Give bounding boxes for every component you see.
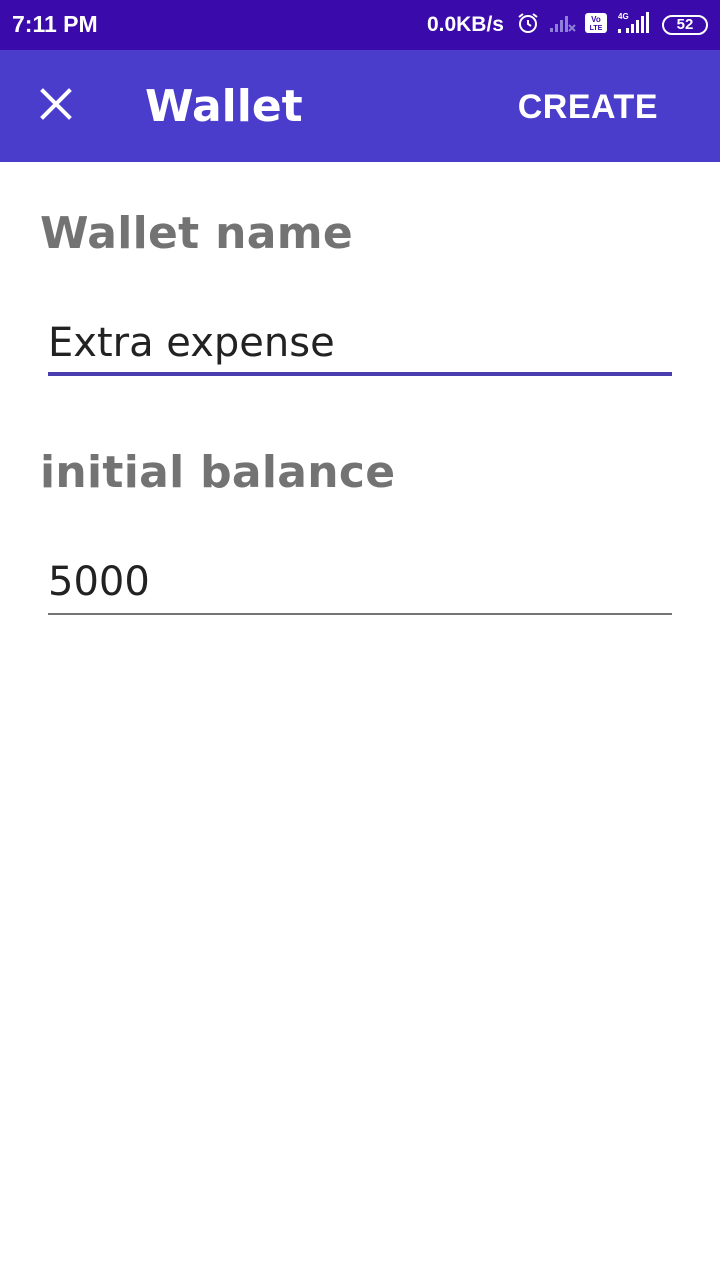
battery-icon: 52 <box>662 15 708 35</box>
close-icon <box>40 87 72 125</box>
initial-balance-value: 5000 <box>48 559 150 605</box>
svg-text:4G: 4G <box>618 12 629 21</box>
svg-text:LTE: LTE <box>590 25 603 32</box>
wallet-name-input[interactable]: Extra expense <box>48 306 672 376</box>
signal-no-service-icon <box>548 12 576 39</box>
volte-icon: Vo LTE <box>584 12 608 39</box>
status-icons: 0.0KB/s Vo LTE 4G 52 <box>427 0 708 50</box>
close-button[interactable] <box>28 78 84 134</box>
initial-balance-input[interactable]: 5000 <box>48 545 672 615</box>
alarm-icon <box>516 11 540 40</box>
svg-text:Vo: Vo <box>591 15 601 24</box>
wallet-name-value: Extra expense <box>48 320 335 366</box>
app-bar: Wallet CREATE <box>0 50 720 162</box>
status-time: 7:11 PM <box>12 11 98 37</box>
status-bar: 7:11 PM 0.0KB/s Vo LTE 4G 52 <box>0 0 720 50</box>
network-speed: 0.0KB/s <box>426 13 504 36</box>
page-title: Wallet <box>145 81 303 132</box>
initial-balance-label: initial balance <box>40 447 396 498</box>
signal-4g-icon: 4G <box>616 11 652 40</box>
create-button[interactable]: CREATE <box>518 86 658 128</box>
wallet-name-label: Wallet name <box>40 208 354 259</box>
